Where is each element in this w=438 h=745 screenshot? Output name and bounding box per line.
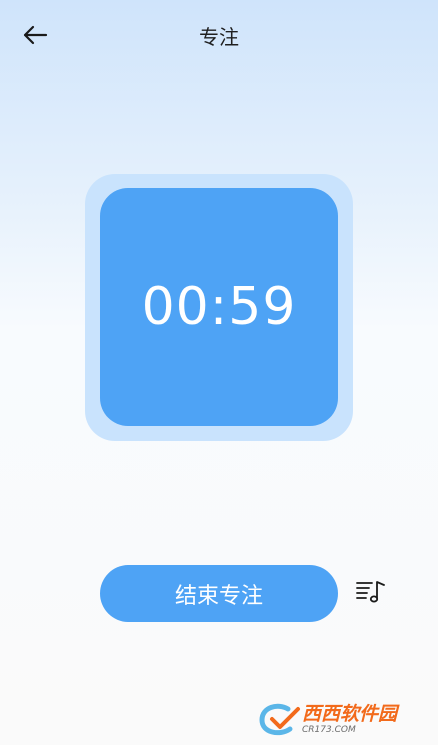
top-bar: 专注	[0, 0, 438, 75]
page-title: 专注	[199, 25, 239, 49]
timer-card: 00:59	[100, 188, 338, 426]
music-button[interactable]	[354, 577, 388, 609]
end-focus-button[interactable]: 结束专注	[100, 565, 338, 622]
watermark: 西西软件园 CR173.COM	[258, 703, 426, 737]
watermark-name: 西西软件园	[302, 703, 398, 725]
watermark-logo-icon	[259, 703, 300, 736]
music-playlist-icon	[355, 576, 387, 610]
watermark-site: CR173.COM	[302, 725, 356, 735]
timer-display: 00:59	[141, 277, 297, 337]
